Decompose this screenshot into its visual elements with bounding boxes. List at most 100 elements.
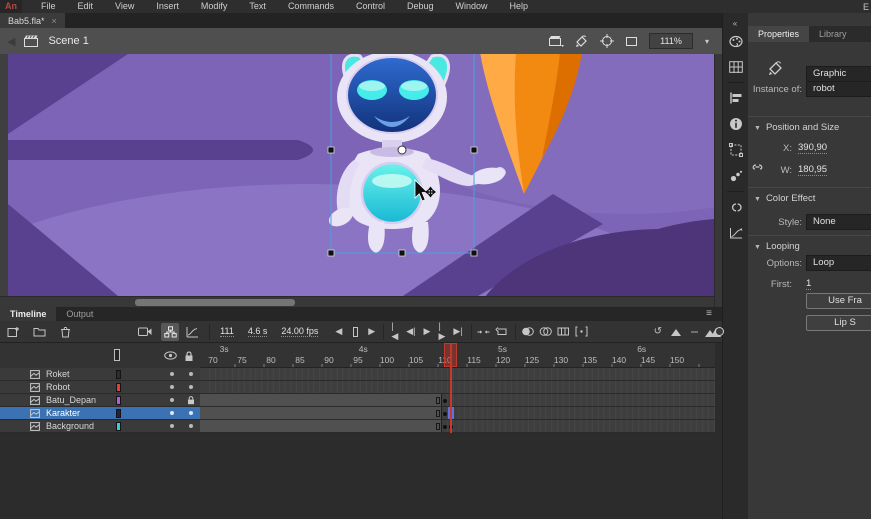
tab-properties[interactable]: Properties — [748, 26, 809, 42]
zoom-out-frames-icon[interactable] — [667, 323, 685, 341]
show-parenting-view-icon[interactable] — [161, 323, 179, 341]
menu-modify[interactable]: Modify — [190, 0, 239, 13]
stage-vertical-scrollbar[interactable] — [714, 54, 722, 307]
play-icon[interactable]: ▶ — [420, 326, 435, 337]
show-hide-all-layers-icon[interactable] — [164, 351, 177, 360]
loop-playback-icon[interactable] — [493, 323, 511, 341]
clip-preview-icon[interactable] — [549, 34, 565, 48]
layer-color-swatch[interactable] — [116, 396, 121, 405]
info-icon[interactable] — [723, 111, 749, 137]
menu-insert[interactable]: Insert — [145, 0, 190, 13]
section-color-effect[interactable]: ▼Color Effect — [754, 193, 815, 204]
center-frame-icon[interactable] — [475, 323, 493, 341]
keyframe-dot[interactable] — [443, 425, 447, 429]
menu-help[interactable]: Help — [499, 0, 540, 13]
lock-all-layers-icon[interactable] — [184, 351, 194, 362]
playhead-center-icon[interactable] — [346, 323, 364, 341]
cc-libraries-icon[interactable] — [723, 194, 749, 220]
edit-symbols-icon[interactable] — [574, 34, 590, 48]
first-frame-value[interactable]: 1 — [806, 278, 811, 290]
go-to-first-frame-icon[interactable]: |◀ — [387, 321, 402, 342]
loop-dropdown[interactable]: Loop — [806, 255, 871, 271]
center-stage-icon[interactable] — [599, 34, 615, 48]
scene-name[interactable]: Scene 1 — [48, 35, 88, 47]
layer-unlock-dot[interactable] — [189, 411, 193, 415]
modify-markers-icon[interactable] — [573, 323, 591, 341]
tab-timeline[interactable]: Timeline — [0, 307, 56, 321]
frames-track-batu_depan[interactable] — [200, 394, 715, 407]
tab-library[interactable]: Library — [809, 26, 857, 42]
menu-view[interactable]: View — [104, 0, 145, 13]
color-icon[interactable] — [723, 28, 749, 54]
menu-edit[interactable]: Edit — [67, 0, 105, 13]
layer-visible-dot[interactable] — [170, 385, 174, 389]
menu-debug[interactable]: Debug — [396, 0, 445, 13]
step-forward-icon[interactable]: ▶ — [364, 326, 379, 337]
layer-visible-dot[interactable] — [170, 372, 174, 376]
edit-multiple-frames-icon[interactable] — [555, 323, 573, 341]
show-layer-depth-icon[interactable] — [183, 323, 201, 341]
zoom-dropdown-chevron-icon[interactable]: ▾ — [702, 37, 712, 46]
current-frame-value[interactable]: 111 — [220, 326, 234, 337]
timeline-ruler[interactable]: 3s4s5s6s70758085909510010511011512012513… — [200, 343, 715, 368]
layer-color-swatch[interactable] — [116, 383, 121, 392]
menu-file[interactable]: File — [30, 0, 67, 13]
layer-row-background[interactable]: Background — [0, 420, 200, 433]
motion-editor-icon[interactable] — [723, 220, 749, 246]
onion-skin-icon[interactable] — [519, 323, 537, 341]
layer-color-swatch[interactable] — [116, 422, 121, 431]
panel-menu-icon[interactable]: ≡ — [706, 307, 712, 321]
layer-color-swatch[interactable] — [116, 370, 121, 379]
new-layer-icon[interactable] — [4, 323, 22, 341]
onion-skin-outlines-icon[interactable] — [537, 323, 555, 341]
menu-text[interactable]: Text — [238, 0, 277, 13]
layer-visible-dot[interactable] — [170, 424, 174, 428]
playhead-marker[interactable] — [444, 343, 457, 367]
section-looping[interactable]: ▼Looping — [754, 241, 800, 252]
go-to-last-frame-icon[interactable]: ▶| — [449, 326, 466, 337]
step-back-one-frame-icon[interactable]: ◀| — [402, 326, 419, 337]
delete-layer-icon[interactable] — [56, 323, 74, 341]
step-forward-one-frame-icon[interactable]: |▶ — [434, 321, 449, 342]
style-dropdown[interactable]: None — [806, 214, 871, 230]
stage-horizontal-scrollbar[interactable] — [0, 296, 714, 307]
slider-knob[interactable] — [715, 327, 724, 336]
layer-row-karakter[interactable]: Karakter — [0, 407, 200, 420]
menu-window[interactable]: Window — [445, 0, 499, 13]
frames-track-robot[interactable] — [200, 381, 715, 394]
collapse-panels-icon[interactable]: « — [723, 13, 748, 28]
brush-library-icon[interactable] — [723, 163, 749, 189]
keyframe-dot[interactable] — [443, 399, 447, 403]
camera-icon[interactable] — [136, 323, 154, 341]
frames-track-roket[interactable] — [200, 368, 715, 381]
layer-unlock-dot[interactable] — [189, 385, 193, 389]
stage-canvas[interactable] — [0, 54, 714, 296]
frames-track-karakter[interactable] — [200, 407, 715, 420]
layer-unlock-dot[interactable] — [189, 372, 193, 376]
close-icon[interactable]: × — [52, 16, 57, 26]
symbol-type-dropdown[interactable]: Graphic — [806, 66, 871, 82]
back-icon[interactable]: ◀ — [7, 35, 15, 48]
layer-lock-icon[interactable] — [187, 396, 195, 405]
document-tab[interactable]: Bab5.fla* × — [0, 13, 65, 28]
align-icon[interactable] — [723, 85, 749, 111]
menu-commands[interactable]: Commands — [277, 0, 345, 13]
w-value[interactable]: 180,95 — [798, 164, 827, 176]
workspace-button[interactable]: E — [861, 2, 871, 12]
x-value[interactable]: 390,90 — [798, 142, 827, 154]
scrollbar-thumb[interactable] — [135, 299, 295, 306]
layer-color-swatch[interactable] — [116, 409, 121, 418]
reset-timeline-zoom-icon[interactable]: ↺ — [649, 323, 667, 341]
frames-track-background[interactable] — [200, 420, 715, 433]
layer-visible-dot[interactable] — [170, 411, 174, 415]
frame-rate-value[interactable]: 24.00 fps — [281, 326, 318, 337]
keyframe-dot[interactable] — [443, 412, 447, 416]
tab-output[interactable]: Output — [56, 307, 103, 321]
zoom-level-field[interactable]: 111% — [649, 33, 693, 49]
transform-icon[interactable] — [723, 137, 749, 163]
layer-row-batu_depan[interactable]: Batu_Depan — [0, 394, 200, 407]
step-back-icon[interactable]: ◀ — [331, 326, 346, 337]
section-position-size[interactable]: ▼Position and Size — [754, 122, 839, 133]
layer-unlock-dot[interactable] — [189, 424, 193, 428]
clip-bounds-icon[interactable] — [624, 34, 640, 48]
